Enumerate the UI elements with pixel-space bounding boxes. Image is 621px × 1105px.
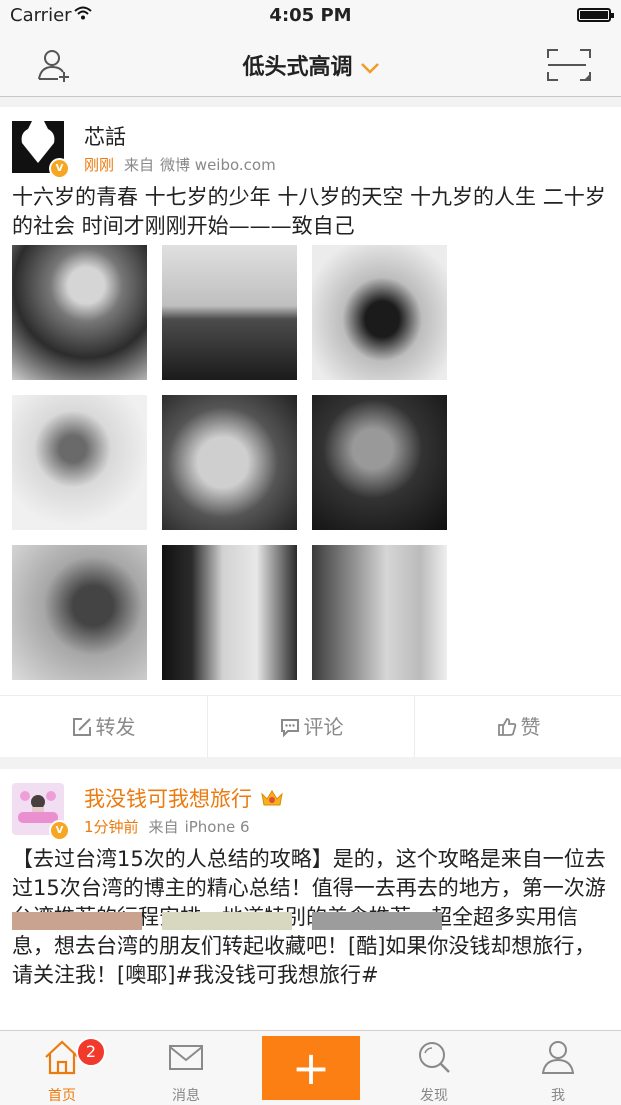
home-icon [45,1040,79,1075]
repost-icon [72,718,91,736]
nav-title[interactable]: 低头式高调 [0,49,621,81]
compose-button[interactable]: + [262,1036,360,1100]
tab-me[interactable]: 我 [496,1031,620,1105]
crown-icon [261,790,283,806]
feed[interactable]: V 芯話 刚刚 来自 微博 weibo.com 十六岁的青春 十七岁的少年 十八岁的… [0,107,621,1049]
post-time: 刚刚 [84,156,115,174]
photo-thumbnail[interactable] [12,545,147,680]
verified-badge: V [49,820,70,841]
search-icon [419,1042,450,1073]
photo-thumbnail[interactable] [312,545,447,680]
post-meta: 刚刚 来自 微博 weibo.com [84,154,276,175]
envelope-icon [169,1045,203,1070]
tab-home[interactable]: 2 首页 [0,1031,124,1105]
source-prefix: 来自 [124,156,155,174]
post-actions: 转发 评论 赞 [0,695,621,758]
avatar[interactable]: V [12,121,70,179]
verified-badge: V [49,158,70,179]
comment-button[interactable]: 评论 [207,696,415,758]
photo-thumbnail[interactable] [312,395,447,530]
post-author[interactable]: 我没钱可我想旅行 [84,783,284,813]
post-card[interactable]: V 芯話 刚刚 来自 微博 weibo.com 十六岁的青春 十七岁的少年 十八岁的… [0,107,621,758]
photo-thumbnail[interactable] [162,245,297,380]
photo-thumbnail[interactable] [12,395,147,530]
post-source[interactable]: iPhone 6 [185,818,250,836]
nav-title-text: 低头式高调 [242,55,353,80]
post-author-name: 我没钱可我想旅行 [84,787,252,811]
tab-me-label: 我 [551,1088,565,1104]
avatar[interactable]: V [12,783,70,841]
post-card[interactable]: V 我没钱可我想旅行 1分钟前 来自 iPhone 6 【去过台湾15次的人总结的攻… [0,769,621,1049]
tab-discover[interactable]: 发现 [372,1031,496,1105]
photo-thumbnail[interactable] [162,912,292,930]
tab-bar: 2 首页 消息 + 发现 我 [0,1030,621,1105]
photo-thumbnail[interactable] [312,245,447,380]
nav-bar: 低头式高调 [0,32,621,97]
photo-thumbnail[interactable] [12,912,142,930]
photo-thumbnail[interactable] [312,912,442,930]
plus-icon: + [291,1041,331,1095]
post-author[interactable]: 芯話 [84,121,126,151]
chevron-down-icon [360,63,379,74]
scan-icon[interactable] [546,48,592,82]
like-label: 赞 [520,715,541,739]
post-meta: 1分钟前 来自 iPhone 6 [84,816,250,837]
post-text[interactable]: 十六岁的青春 十七岁的少年 十八岁的天空 十九岁的人生 二十岁的社会 时间才刚刚… [12,183,607,241]
home-badge: 2 [76,1037,106,1067]
tab-messages[interactable]: 消息 [124,1031,248,1105]
person-icon [541,1041,575,1074]
battery-icon [577,8,614,22]
source-prefix: 来自 [148,818,179,836]
comment-label: 评论 [303,715,344,739]
post-time: 1分钟前 [84,818,139,836]
tab-messages-label: 消息 [172,1088,200,1104]
repost-button[interactable]: 转发 [0,696,207,758]
status-time: 4:05 PM [269,5,352,26]
repost-label: 转发 [95,715,136,739]
tab-home-label: 首页 [48,1088,76,1104]
comment-icon [280,719,299,737]
tab-discover-label: 发现 [420,1088,448,1104]
like-button[interactable]: 赞 [414,696,621,758]
photo-thumbnail[interactable] [12,245,147,380]
photo-thumbnail[interactable] [162,545,297,680]
photo-thumbnail[interactable] [162,395,297,530]
thumbs-up-icon [497,718,516,736]
status-bar: Carrier 4:05 PM [0,0,621,32]
post-source[interactable]: 微博 weibo.com [160,156,276,174]
